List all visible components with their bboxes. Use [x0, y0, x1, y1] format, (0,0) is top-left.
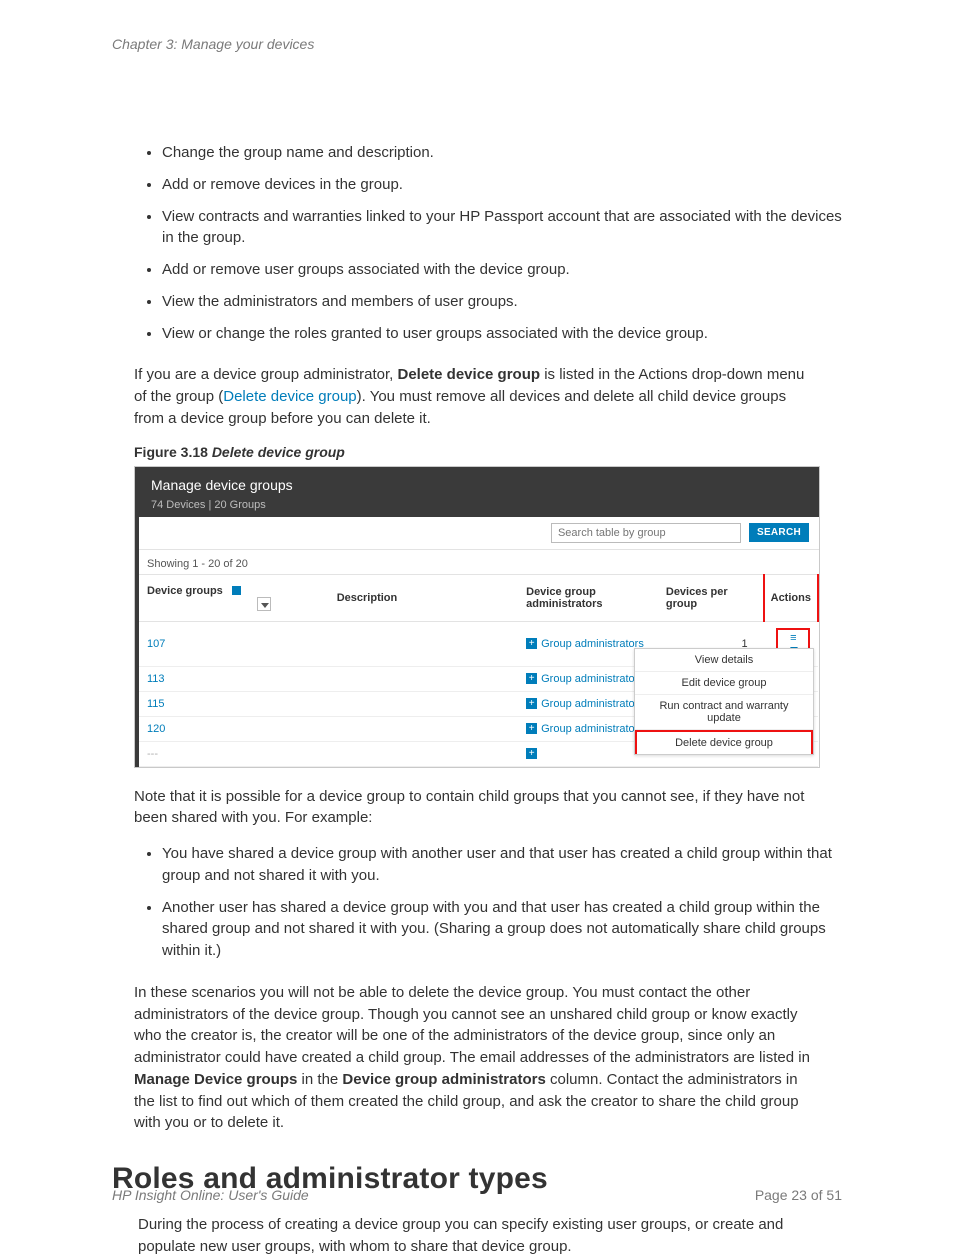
table-row: 107 +Group administrators 1 ≡ View detai… [135, 621, 818, 666]
admin-paragraph: If you are a device group administrator,… [134, 364, 820, 429]
list-item: Add or remove devices in the group. [162, 174, 842, 196]
menu-delete-device-group[interactable]: Delete device group [635, 730, 813, 754]
footer-guide-title: HP Insight Online: User's Guide [112, 1187, 309, 1203]
page-footer: HP Insight Online: User's Guide Page 23 … [112, 1187, 842, 1203]
list-item: Another user has shared a device group w… [162, 897, 842, 962]
search-row: SEARCH [135, 517, 819, 550]
list-item: View the administrators and members of u… [162, 291, 842, 313]
actions-dropdown: View details Edit device group Run contr… [634, 648, 814, 755]
list-item: View or change the roles granted to user… [162, 323, 842, 345]
group-id-link[interactable]: 107 [147, 638, 165, 650]
search-button[interactable]: SEARCH [749, 523, 809, 542]
hamburger-icon: ≡ [790, 632, 795, 644]
plus-icon: + [526, 748, 537, 759]
col-actions: Actions [764, 574, 818, 621]
chapter-header: Chapter 3: Manage your devices [112, 36, 842, 52]
figure-screenshot: Manage device groups 74 Devices | 20 Gro… [134, 466, 820, 768]
menu-edit-device-group[interactable]: Edit device group [635, 672, 813, 695]
group-id-link[interactable]: 113 [147, 673, 165, 685]
text: If you are a device group administrator, [134, 366, 397, 383]
capabilities-list: Change the group name and description. A… [112, 142, 842, 344]
note-paragraph: Note that it is possible for a device gr… [134, 786, 820, 830]
list-item: Add or remove user groups associated wit… [162, 259, 842, 281]
scenarios-paragraph: In these scenarios you will not be able … [134, 982, 820, 1134]
footer-page-number: Page 23 of 51 [755, 1187, 842, 1203]
showing-count: Showing 1 - 20 of 20 [135, 550, 819, 574]
menu-view-details[interactable]: View details [635, 649, 813, 672]
plus-icon[interactable]: + [526, 723, 537, 734]
bold-text: Manage Device groups [134, 1071, 297, 1088]
group-id-link[interactable]: 120 [147, 723, 165, 735]
menu-run-contract-warranty[interactable]: Run contract and warranty update [635, 695, 813, 730]
text: In these scenarios you will not be able … [134, 984, 810, 1066]
group-admins-link[interactable]: Group administrators [541, 673, 644, 685]
plus-icon[interactable]: + [526, 638, 537, 649]
text: in the [297, 1071, 342, 1088]
group-admins-link[interactable]: Group administrators [541, 723, 644, 735]
screenshot-titlebar: Manage device groups 74 Devices | 20 Gro… [135, 467, 819, 517]
examples-list: You have shared a device group with anot… [112, 843, 842, 962]
roles-paragraph: During the process of creating a device … [138, 1214, 820, 1258]
screenshot-subtitle: 74 Devices | 20 Groups [151, 499, 803, 511]
device-groups-table: Device groups Description Device group a… [135, 574, 819, 767]
plus-icon[interactable]: + [526, 673, 537, 684]
delete-device-group-link[interactable]: Delete device group [223, 388, 356, 405]
col-device-groups[interactable]: Device groups [135, 574, 325, 621]
figure-label: Figure 3.18 [134, 444, 212, 460]
figure-title: Delete device group [212, 444, 345, 460]
figure-caption: Figure 3.18 Delete device group [134, 444, 820, 460]
group-admins-link[interactable]: Group administrators [541, 638, 644, 650]
search-input[interactable] [551, 523, 741, 543]
bold-text: Delete device group [397, 366, 540, 383]
group-id-link[interactable]: 115 [147, 698, 165, 710]
col-description[interactable]: Description [325, 574, 514, 621]
col-devices-per-group[interactable]: Devices per group [654, 574, 764, 621]
group-admins-link[interactable]: Group administrators [541, 698, 644, 710]
bold-text: Device group administrators [342, 1071, 545, 1088]
sort-icon [232, 586, 241, 595]
chevron-down-icon[interactable] [257, 597, 271, 611]
list-item: Change the group name and description. [162, 142, 842, 164]
col-admins[interactable]: Device group administrators [514, 574, 654, 621]
list-item: You have shared a device group with anot… [162, 843, 842, 887]
accent-bar [135, 467, 139, 767]
plus-icon[interactable]: + [526, 698, 537, 709]
list-item: View contracts and warranties linked to … [162, 206, 842, 250]
screenshot-title: Manage device groups [151, 477, 803, 493]
header-label: Device groups [147, 585, 223, 597]
